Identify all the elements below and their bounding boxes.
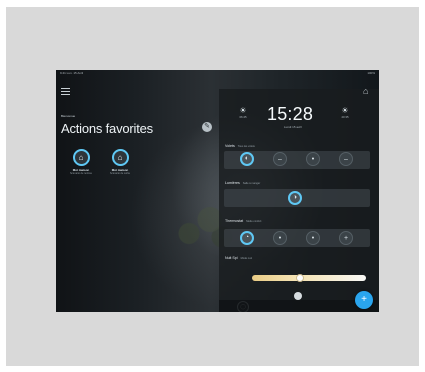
section-volets: Volets Tous les volets (225, 144, 255, 148)
sunrise-time: 06:45 (239, 115, 247, 119)
tablet-screen: 9:41 Lun. 15 Avril 100% Bienvenue Action… (56, 70, 379, 312)
clock-time: 15:28 (267, 104, 314, 124)
thermostat-chip-off[interactable]: + (339, 231, 353, 245)
section-lumieres-label: Lumières (225, 181, 240, 185)
home-icon[interactable]: ⌂ (363, 86, 373, 96)
volets-chip-down[interactable]: – (339, 152, 353, 166)
clock-date: Lundi 15 avril (284, 125, 302, 129)
night-slider-fill (252, 275, 300, 281)
section-volets-label: Volets (225, 144, 235, 148)
thermostat-chip-eco[interactable]: • (273, 231, 287, 245)
favorite-action-1-button[interactable]: ⌂ (72, 149, 90, 166)
dot-icon[interactable] (294, 292, 302, 300)
volets-chip-open[interactable]: ◐ (240, 152, 254, 166)
thermostat-chip-current[interactable]: ◔ (240, 231, 254, 245)
thermostat-chip-comfort[interactable]: • (306, 231, 320, 245)
page-title: Actions favorites (61, 121, 153, 136)
volets-chip-stop[interactable]: • (306, 152, 320, 166)
section-thermostat-label: Thermostat (225, 219, 244, 223)
status-bar: 9:41 Lun. 15 Avril 100% (56, 70, 379, 77)
night-slider-track[interactable] (252, 275, 366, 281)
section-volets-sub: Tous les volets (237, 145, 255, 148)
section-lumieres-sub: Salle à manger (242, 182, 261, 185)
sunset-group: ☀ 20:35 (338, 106, 352, 120)
lumieres-chip[interactable]: ◑ (288, 191, 302, 205)
pencil-icon[interactable]: ✎ (202, 122, 212, 132)
favorite-action-2-button[interactable]: ⌂ (111, 149, 129, 166)
favorite-action-1-sub: Scénario de rentrée (70, 172, 92, 175)
welcome-label: Bienvenue (61, 114, 76, 118)
sunset-icon: ☀ (341, 106, 349, 115)
favorite-action-1[interactable]: ⌂ Moi maison Scénario de rentrée (63, 149, 99, 175)
menu-icon[interactable] (61, 88, 70, 95)
night-slider-knob[interactable] (295, 274, 304, 282)
section-nuit-sub: Mode nuit (240, 257, 252, 260)
sunrise-icon: ☀ (239, 106, 247, 115)
section-nuit-label: Nuit Spi (225, 256, 238, 260)
status-right-text: 100% (367, 71, 375, 75)
status-left-text: 9:41 Lun. 15 Avril (60, 71, 84, 75)
section-lumieres: Lumières Salle à manger (225, 181, 260, 185)
volets-chip-close[interactable]: – (273, 152, 287, 166)
section-nuit: Nuit Spi Mode nuit (225, 256, 252, 260)
favorite-action-2[interactable]: ⌂ Moi maison Scénario de sortie (102, 149, 138, 175)
sunrise-group: ☀ 06:45 (236, 106, 250, 120)
section-thermostat-sub: Mode confort (246, 220, 262, 223)
favorite-action-2-sub: Scénario de sortie (109, 172, 131, 175)
sunset-time: 20:35 (341, 115, 349, 119)
section-thermostat: Thermostat Mode confort (225, 219, 261, 223)
add-fab-button[interactable]: + (355, 291, 373, 309)
